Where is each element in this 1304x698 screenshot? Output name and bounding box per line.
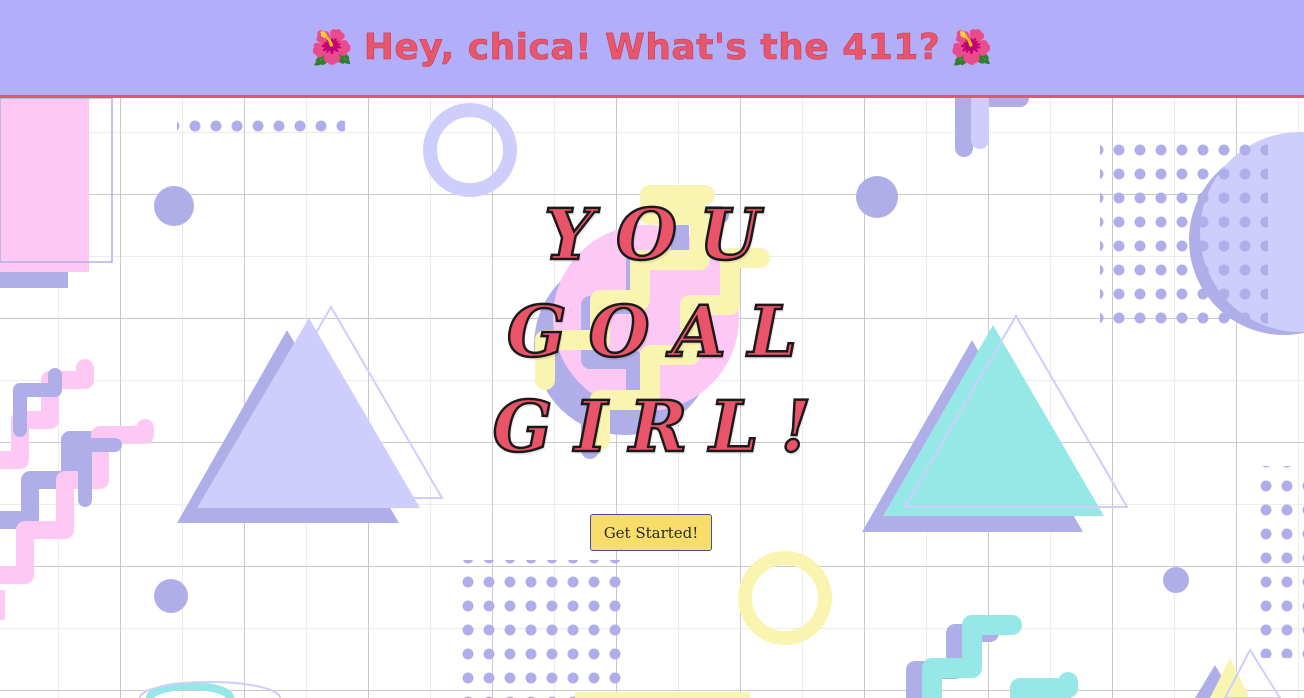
bottom-zigzag-mint <box>922 615 1022 698</box>
mint-arc-bottom-left <box>146 682 234 698</box>
memphis-decoration <box>0 88 1304 698</box>
lavender-dot-2 <box>856 176 898 218</box>
banner-heading: 🌺 Hey, chica! What's the 411? 🌺 <box>310 27 994 69</box>
lavender-ring <box>423 103 517 197</box>
top-banner: 🌺 Hey, chica! What's the 411? 🌺 <box>0 0 1304 98</box>
hibiscus-icon-left: 🌺 <box>310 27 354 68</box>
dot-grid-bottom-center <box>457 560 625 698</box>
lavender-dot-3 <box>154 579 188 613</box>
dot-grid-top-left <box>177 108 345 132</box>
dot-grid-right <box>1260 466 1304 658</box>
hibiscus-icon-right: 🌺 <box>950 27 994 68</box>
yellow-bar-bottom <box>575 692 750 698</box>
bottom-zigzag-mint-2 <box>1010 672 1078 698</box>
get-started-button[interactable]: Get Started! <box>590 514 712 551</box>
dot-grid-top-right <box>1100 136 1268 328</box>
lavender-dot-4 <box>1163 567 1189 593</box>
banner-title-text: Hey, chica! What's the 411? <box>363 27 941 69</box>
yellow-ring <box>738 551 832 645</box>
pink-block <box>0 98 89 272</box>
lavender-dot-1 <box>154 186 194 226</box>
